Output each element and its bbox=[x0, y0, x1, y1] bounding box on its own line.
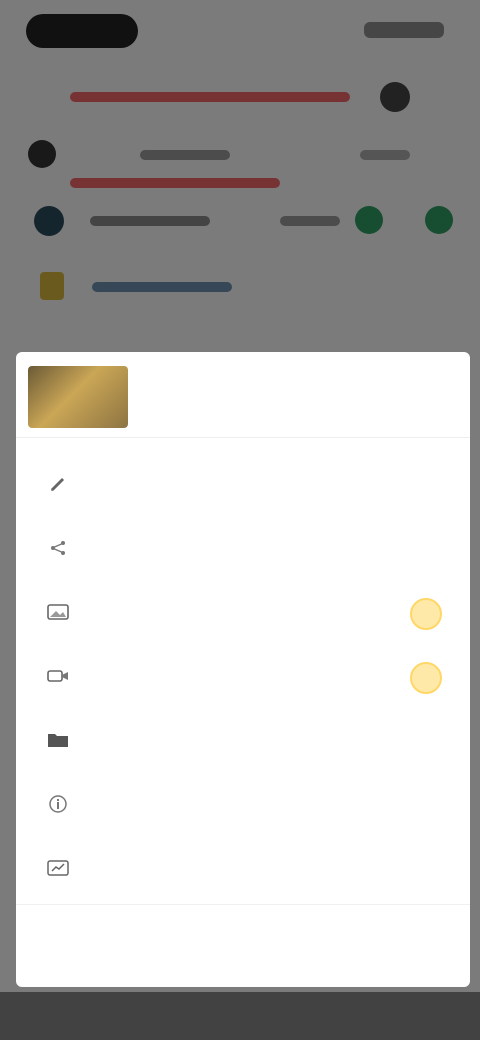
menu-item-1[interactable] bbox=[16, 452, 470, 516]
info-icon bbox=[44, 792, 72, 816]
pencil-icon bbox=[44, 472, 72, 496]
action-menu bbox=[16, 452, 470, 900]
action-sheet bbox=[16, 352, 470, 987]
menu-item-3[interactable] bbox=[16, 580, 470, 644]
image-icon bbox=[44, 600, 72, 624]
menu-item-6[interactable] bbox=[16, 772, 470, 836]
premium-badge bbox=[410, 662, 442, 694]
sheet-divider bbox=[16, 904, 470, 905]
share-icon bbox=[44, 536, 72, 560]
logout-button[interactable] bbox=[16, 918, 470, 958]
sheet-header bbox=[16, 352, 470, 438]
menu-item-5[interactable] bbox=[16, 708, 470, 772]
bottom-navigation-bar bbox=[0, 992, 480, 1040]
video-icon bbox=[44, 664, 72, 688]
menu-item-2[interactable] bbox=[16, 516, 470, 580]
menu-item-4[interactable] bbox=[16, 644, 470, 708]
menu-item-7[interactable] bbox=[16, 836, 470, 900]
premium-badge bbox=[410, 598, 442, 630]
content-thumbnail bbox=[28, 366, 128, 428]
chart-icon bbox=[44, 856, 72, 880]
folder-icon bbox=[44, 728, 72, 752]
sheet-title bbox=[152, 382, 442, 406]
